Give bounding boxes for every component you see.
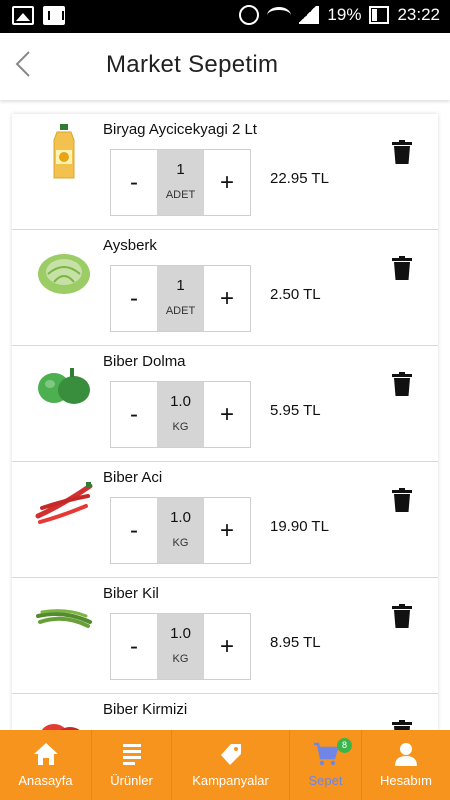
nav-item-sepet[interactable]: 8 Sepet	[290, 730, 362, 800]
list-icon	[122, 744, 141, 765]
quantity-unit: KG	[172, 653, 189, 665]
signal-icon	[299, 6, 320, 24]
quantity-unit: KG	[172, 537, 189, 549]
battery-percent: 19%	[327, 5, 362, 24]
trash-icon[interactable]	[392, 720, 412, 730]
app-header: Market Sepetim	[0, 33, 450, 100]
increase-quantity-button[interactable]: +	[204, 382, 250, 447]
status-time: 23:22	[397, 5, 440, 24]
quantity-stepper: - 1.0 KG +	[110, 497, 251, 564]
quantity-stepper: - 1 ADET +	[110, 149, 251, 216]
nav-item-urunler[interactable]: Ürünler	[92, 730, 172, 800]
increase-quantity-button[interactable]: +	[204, 266, 250, 331]
decrease-quantity-button[interactable]: -	[111, 382, 157, 447]
nav-label: Sepet	[308, 773, 343, 788]
quantity-unit: ADET	[165, 305, 196, 317]
increase-quantity-button[interactable]: +	[204, 614, 250, 679]
quantity-display: 1.0 KG	[157, 614, 204, 679]
user-icon	[395, 743, 417, 766]
lettuce-icon	[38, 254, 90, 294]
decrease-quantity-button[interactable]: -	[111, 498, 157, 563]
cart-item: Biryag Aycicekyagi 2 Lt - 1 ADET + 22.95…	[12, 114, 438, 230]
quantity-value: 1	[176, 161, 185, 178]
cart-item: Biber Dolma - 1.0 KG + 5.95 TL	[12, 346, 438, 462]
decrease-quantity-button[interactable]: -	[111, 150, 157, 215]
product-name: Biber Aci	[103, 469, 163, 486]
quantity-value: 1.0	[170, 393, 191, 410]
nav-item-anasayfa[interactable]: Anasayfa	[0, 730, 92, 800]
product-name: Biryag Aycicekyagi 2 Lt	[103, 121, 257, 138]
bell-pepper-icon	[38, 368, 90, 404]
quantity-unit: KG	[172, 421, 189, 433]
alarm-icon	[239, 5, 260, 25]
cart-item: Biber Aci - 1.0 KG + 19.90 TL	[12, 462, 438, 578]
screen: 19% 23:22 Market Sepetim Biryag Ayciceky…	[0, 0, 450, 800]
decrease-quantity-button[interactable]: -	[111, 614, 157, 679]
quantity-value: 1.0	[170, 625, 191, 642]
cart-count-badge: 8	[337, 738, 352, 753]
item-price: 5.95 TL	[270, 402, 321, 419]
cart-item: Aysberk - 1 ADET + 2.50 TL	[12, 230, 438, 346]
wifi-icon	[267, 6, 292, 24]
cart-icon	[313, 742, 339, 766]
image-notification-icon	[12, 6, 34, 25]
back-arrow-icon[interactable]	[13, 49, 35, 79]
trash-icon[interactable]	[392, 256, 412, 280]
cart-item: Biber Kirmizi	[12, 694, 438, 730]
item-price: 2.50 TL	[270, 286, 321, 303]
home-icon	[33, 743, 58, 765]
page-title: Market Sepetim	[106, 51, 279, 78]
decrease-quantity-button[interactable]: -	[111, 266, 157, 331]
item-price: 22.95 TL	[270, 170, 329, 187]
item-price: 8.95 TL	[270, 634, 321, 651]
red-pepper-icon	[41, 724, 80, 730]
quantity-stepper: - 1 ADET +	[110, 265, 251, 332]
quantity-display: 1 ADET	[157, 150, 204, 215]
product-name: Aysberk	[103, 237, 157, 254]
item-price: 19.90 TL	[270, 518, 329, 535]
bottom-nav: Anasayfa Ürünler Kampanyalar 8 Sepet Hes…	[0, 730, 450, 800]
battery-icon	[369, 6, 390, 24]
nav-label: Ürünler	[110, 773, 153, 788]
oil-bottle-icon	[53, 124, 75, 179]
product-name: Biber Dolma	[103, 353, 186, 370]
quantity-unit: ADET	[165, 189, 196, 201]
increase-quantity-button[interactable]: +	[204, 498, 250, 563]
quantity-display: 1 ADET	[157, 266, 204, 331]
gmail-notification-icon	[43, 6, 65, 25]
trash-icon[interactable]	[392, 488, 412, 512]
quantity-stepper: - 1.0 KG +	[110, 381, 251, 448]
nav-item-kampanyalar[interactable]: Kampanyalar	[172, 730, 290, 800]
quantity-display: 1.0 KG	[157, 382, 204, 447]
trash-icon[interactable]	[392, 372, 412, 396]
nav-label: Kampanyalar	[192, 773, 269, 788]
product-name: Biber Kil	[103, 585, 159, 602]
increase-quantity-button[interactable]: +	[204, 150, 250, 215]
quantity-stepper: - 1.0 KG +	[110, 613, 251, 680]
green-pepper-icon	[36, 609, 92, 628]
quantity-value: 1	[176, 277, 185, 294]
product-name: Biber Kirmizi	[103, 701, 188, 718]
tag-icon	[220, 744, 241, 765]
chili-pepper-icon	[35, 482, 93, 524]
cart-list[interactable]: Biryag Aycicekyagi 2 Lt - 1 ADET + 22.95…	[12, 114, 438, 730]
trash-icon[interactable]	[392, 140, 412, 164]
trash-icon[interactable]	[392, 604, 412, 628]
nav-label: Hesabım	[379, 773, 433, 788]
quantity-value: 1.0	[170, 509, 191, 526]
quantity-display: 1.0 KG	[157, 498, 204, 563]
status-bar: 19% 23:22	[0, 0, 450, 33]
cart-item: Biber Kil - 1.0 KG + 8.95 TL	[12, 578, 438, 694]
nav-item-hesabim[interactable]: Hesabım	[362, 730, 450, 800]
nav-label: Anasayfa	[18, 773, 73, 788]
